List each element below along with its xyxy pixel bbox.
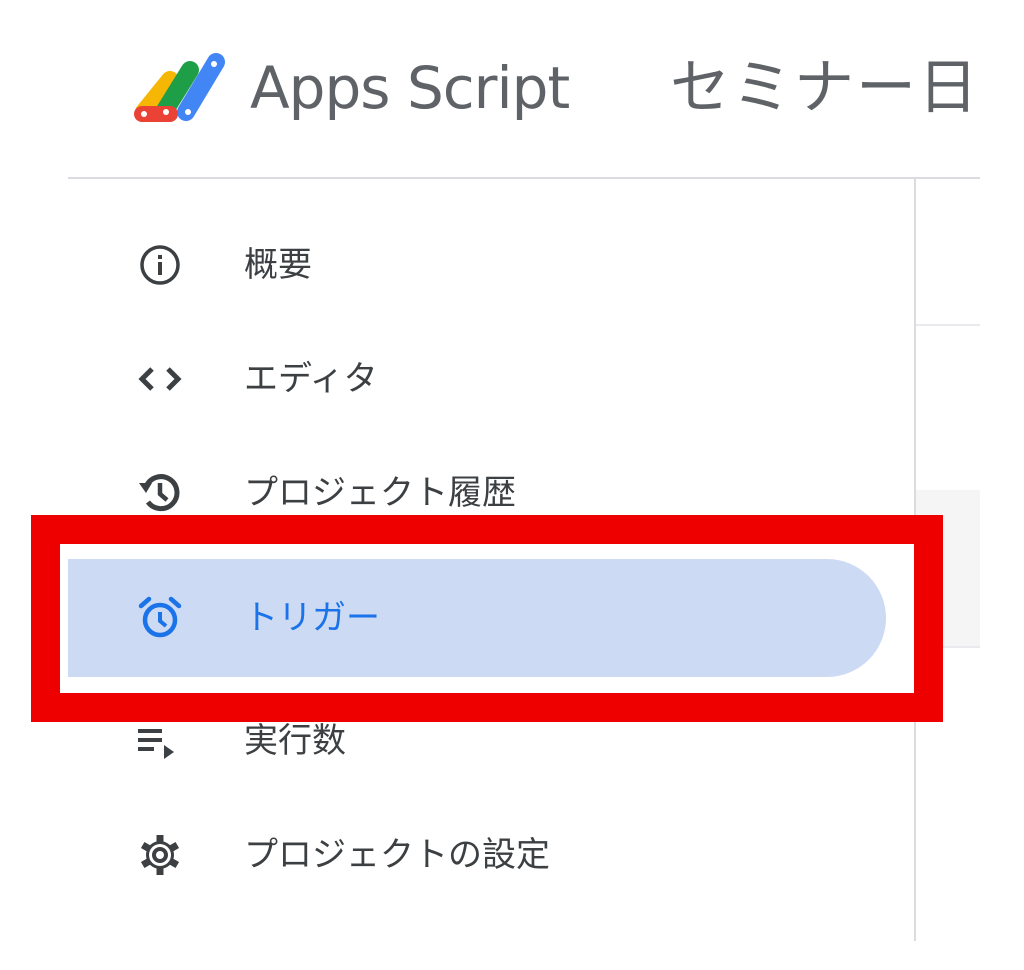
sidebar-item-executions[interactable]: 実行数	[68, 682, 886, 800]
app-name: Apps Script	[250, 54, 570, 122]
sidebar-item-label: 実行数	[244, 721, 346, 761]
sidebar-divider	[914, 179, 916, 941]
sidebar-item-label: エディタ	[244, 359, 378, 399]
content-divider	[916, 324, 980, 326]
sidebar-item-label: 概要	[244, 245, 312, 285]
sidebar-item-editor[interactable]: エディタ	[68, 320, 886, 438]
project-title[interactable]: セミナー日	[670, 48, 980, 128]
header-divider	[68, 177, 980, 179]
sidebar-item-overview[interactable]: 概要	[68, 206, 886, 324]
apps-script-logo-icon	[134, 53, 225, 122]
gear-icon	[128, 796, 192, 914]
main-content-area	[916, 179, 980, 941]
content-band	[916, 490, 980, 646]
info-icon	[128, 206, 192, 324]
sidebar-item-triggers[interactable]: トリガー	[68, 559, 886, 677]
code-icon	[128, 320, 192, 438]
playlist-play-icon	[128, 682, 192, 800]
alarm-clock-icon	[128, 559, 192, 677]
history-icon	[128, 434, 192, 552]
sidebar-item-label: トリガー	[244, 598, 380, 638]
sidebar-item-project-settings[interactable]: プロジェクトの設定	[68, 796, 886, 914]
sidebar-item-label: プロジェクト履歴	[244, 473, 516, 513]
content-divider	[916, 646, 980, 648]
sidebar-item-project-history[interactable]: プロジェクト履歴	[68, 434, 886, 552]
sidebar-item-label: プロジェクトの設定	[244, 835, 550, 875]
